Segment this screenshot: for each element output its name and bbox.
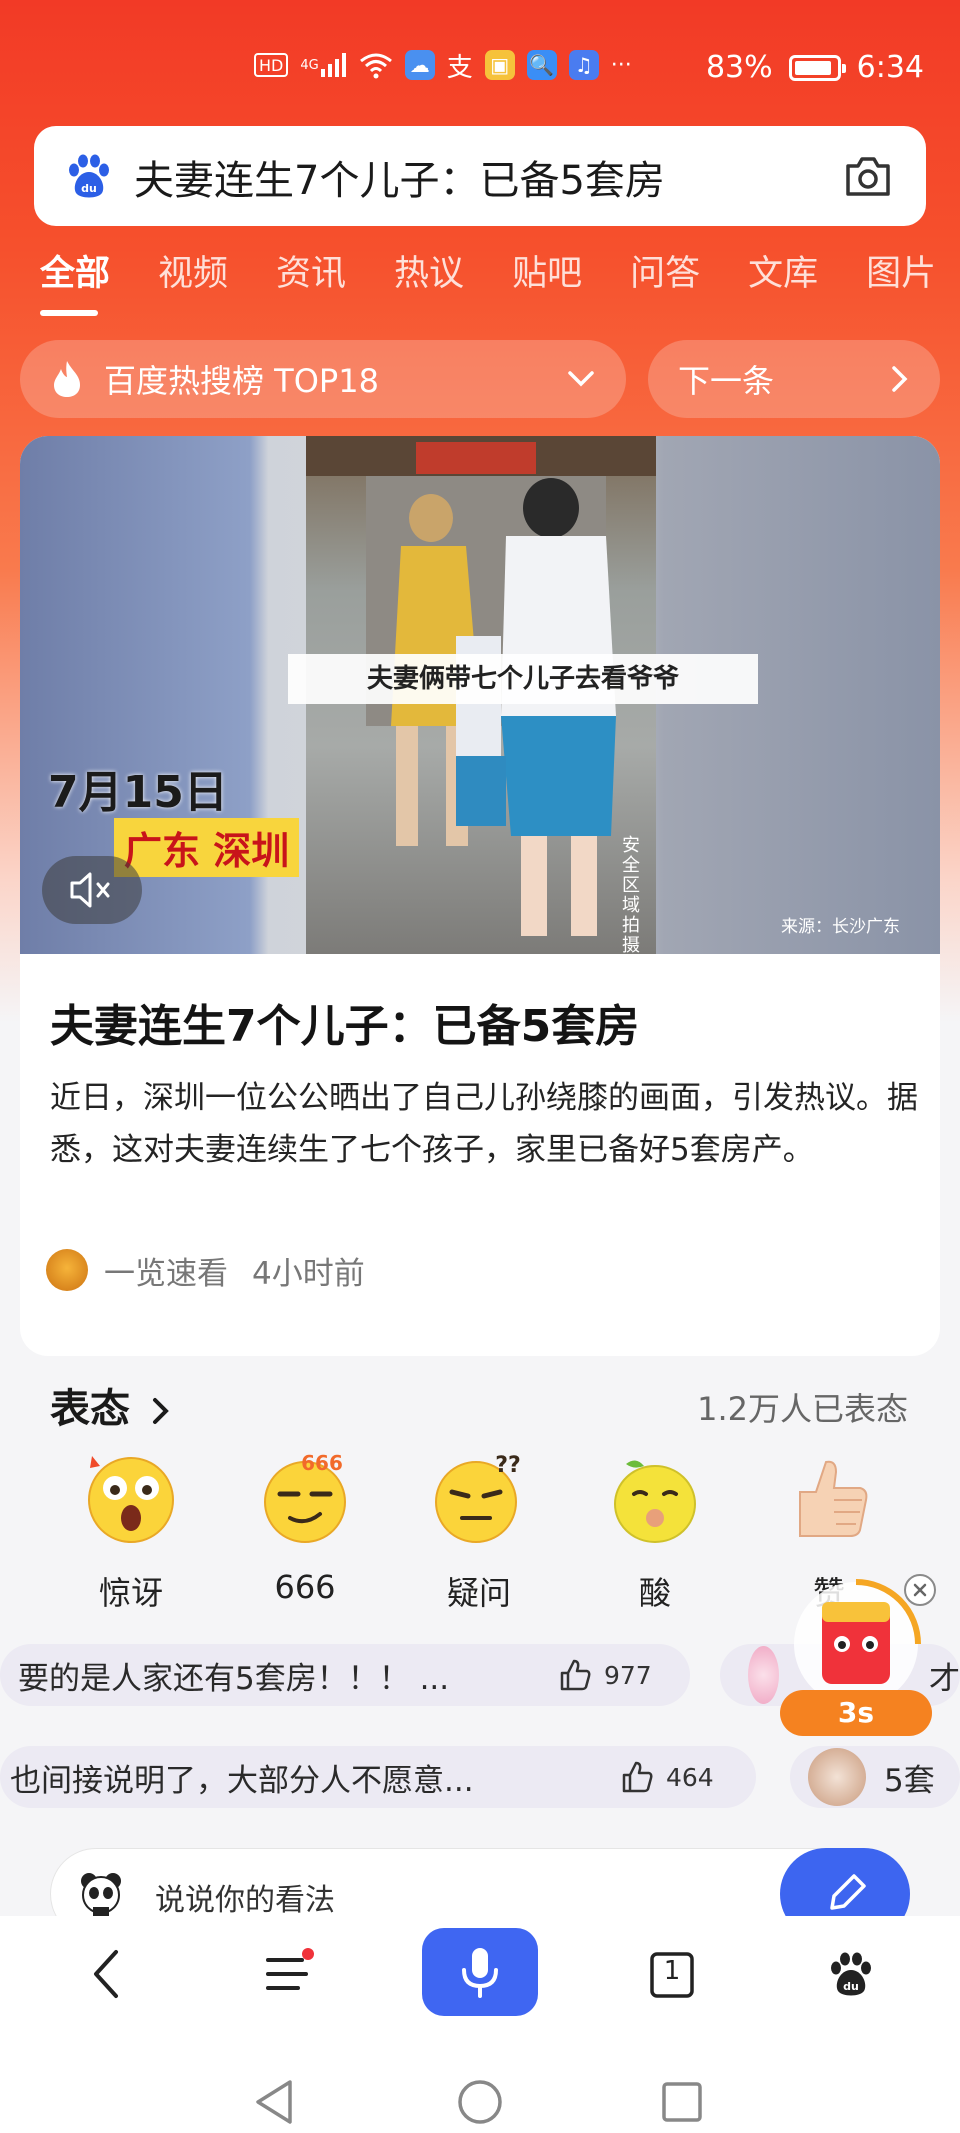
active-tab-indicator xyxy=(40,310,98,316)
baidu-home-icon[interactable]: du xyxy=(826,1950,876,2000)
chevron-right-icon xyxy=(152,1398,169,1424)
reward-timer: 3s xyxy=(837,1696,875,1729)
clock: 6:34 xyxy=(856,50,924,85)
comment-text: 也间接说明了，大部分人不愿意... xyxy=(10,1762,474,1799)
svg-text:du: du xyxy=(81,182,97,195)
comment-like-button[interactable]: 977 xyxy=(558,1658,652,1692)
article-description: 近日，深圳一位公公晒出了自己儿孙绕膝的画面，引发热议。据悉，这对夫妻连续生了七个… xyxy=(50,1080,918,1168)
publish-time: 4小时前 xyxy=(252,1255,365,1292)
tab-tieba[interactable]: 贴吧 xyxy=(512,245,582,296)
reaction-label: 666 xyxy=(274,1568,336,1606)
thumbs-up-icon xyxy=(799,1460,868,1537)
close-icon xyxy=(913,1583,927,1597)
system-recents-icon[interactable] xyxy=(660,2080,704,2124)
search-query[interactable]: 夫妻连生7个儿子：已备5套房 xyxy=(134,148,665,206)
chevron-down-icon xyxy=(568,371,594,387)
chevron-right-icon xyxy=(892,366,908,392)
video-date: 7月15日 xyxy=(48,767,228,818)
reaction-sour[interactable]: 酸 xyxy=(590,1448,720,1614)
voice-search-button[interactable] xyxy=(422,1928,538,2016)
battery-percent: 83% xyxy=(705,50,773,85)
notes-app-icon: ▣ xyxy=(484,50,515,80)
thumbs-up-outline-icon xyxy=(622,1761,653,1793)
confused-face-icon: ?? xyxy=(435,1453,521,1543)
video-player[interactable]: 夫妻俩带七个儿子去看爷爷 7月15日 广东 深圳 安全区域拍摄 来源：长沙广东 xyxy=(20,436,940,954)
svg-text:666: 666 xyxy=(301,1451,343,1475)
status-bar: HD 4G ☁ 支 ▣ 🔍 ♫ ··· 83% 6:34 xyxy=(0,40,960,104)
camera-icon[interactable] xyxy=(844,154,892,198)
comment-like-count: 977 xyxy=(604,1660,652,1690)
video-source: 来源：长沙广东 xyxy=(781,917,900,937)
baidu-paw-icon: du xyxy=(69,154,109,198)
comment-text: 要的是人家还有5套房！！！ ... xyxy=(18,1660,450,1697)
system-home-icon[interactable] xyxy=(456,2078,504,2126)
close-widget-button[interactable] xyxy=(904,1574,936,1606)
smug-face-icon: 666 xyxy=(264,1451,346,1543)
tab-count: 1 xyxy=(663,1956,681,1986)
svg-text:du: du xyxy=(843,1980,859,1993)
hot-search-rank-pill[interactable]: 百度热搜榜 TOP18 xyxy=(20,340,626,418)
article-title[interactable]: 夫妻连生7个儿子：已备5套房 xyxy=(50,990,639,1054)
menu-icon[interactable] xyxy=(262,1946,318,2002)
reaction-surprised[interactable]: 惊讶 xyxy=(66,1448,196,1614)
thumbs-up-outline-icon xyxy=(560,1659,591,1691)
comment-input-placeholder[interactable]: 说说你的看法 xyxy=(155,1875,335,1919)
lemon-face-icon xyxy=(614,1460,696,1543)
commenter-avatar xyxy=(748,1646,779,1704)
search-box[interactable]: du 夫妻连生7个儿子：已备5套房 xyxy=(34,126,926,226)
reactions-header[interactable]: 表态 xyxy=(50,1376,172,1434)
tab-library[interactable]: 文库 xyxy=(748,245,818,296)
weather-app-icon: ☁ xyxy=(404,50,435,80)
video-side-text: 安全区域拍摄 xyxy=(622,835,640,955)
reaction-label: 酸 xyxy=(638,1574,671,1612)
article-source-row: 一览速看 4小时前 xyxy=(46,1246,365,1294)
more-notifications-icon: ··· xyxy=(610,52,632,78)
reaction-label: 疑问 xyxy=(446,1574,511,1612)
comment-like-count: 464 xyxy=(666,1762,714,1792)
tab-images[interactable]: 图片 xyxy=(866,245,936,296)
news-card[interactable]: 夫妻俩带七个儿子去看爷爷 7月15日 广东 深圳 安全区域拍摄 来源：长沙广东 … xyxy=(20,436,940,1356)
flame-icon xyxy=(54,361,80,397)
next-item-pill[interactable]: 下一条 xyxy=(648,340,940,418)
comment-item-side[interactable]: 5套 xyxy=(790,1746,960,1808)
battery-icon xyxy=(788,54,846,81)
mute-button[interactable] xyxy=(42,856,142,924)
video-caption: 夫妻俩带七个儿子去看爷爷 xyxy=(288,654,758,704)
comment-item[interactable]: 也间接说明了，大部分人不愿意... 464 xyxy=(0,1746,756,1808)
commenter-avatar xyxy=(808,1748,866,1806)
reactions-title: 表态 xyxy=(50,1386,130,1432)
microphone-icon xyxy=(462,1948,498,1998)
music-app-icon: ♫ xyxy=(568,50,599,80)
wifi-icon xyxy=(359,50,393,80)
hd-indicator: HD xyxy=(254,53,289,77)
tab-news[interactable]: 资讯 xyxy=(276,245,346,296)
panda-avatar-icon xyxy=(81,1873,121,1917)
comment-text-side: 5套 xyxy=(884,1762,935,1799)
reactions-count: 1.2万人已表态 xyxy=(697,1390,908,1428)
hot-search-label: 百度热搜榜 TOP18 xyxy=(104,362,379,400)
search-tabs: 全部 视频 资讯 热议 贴吧 问答 文库 图片 xyxy=(40,245,960,325)
tab-qa[interactable]: 问答 xyxy=(630,245,700,296)
back-arrow-icon[interactable] xyxy=(86,1946,126,2002)
next-item-label: 下一条 xyxy=(678,362,775,400)
signal-icon: 4G xyxy=(300,50,346,80)
alipay-icon: 支 xyxy=(446,52,473,83)
reaction-label: 惊讶 xyxy=(98,1574,163,1612)
surprised-face-icon xyxy=(88,1456,174,1543)
tab-all[interactable]: 全部 xyxy=(40,245,110,296)
tab-discussion[interactable]: 热议 xyxy=(394,245,464,296)
svg-text:??: ?? xyxy=(495,1453,521,1478)
tab-video[interactable]: 视频 xyxy=(158,245,228,296)
comment-like-button[interactable]: 464 xyxy=(620,1760,714,1794)
source-avatar xyxy=(46,1249,88,1291)
comment-item[interactable]: 要的是人家还有5套房！！！ ... 977 xyxy=(0,1644,690,1706)
reaction-question[interactable]: ?? 疑问 xyxy=(414,1448,544,1614)
reaction-666[interactable]: 666 666 xyxy=(240,1448,370,1606)
system-back-icon[interactable] xyxy=(252,2078,296,2126)
source-name[interactable]: 一览速看 xyxy=(104,1248,228,1293)
search-app-icon: 🔍 xyxy=(526,50,557,80)
speaker-muted-icon xyxy=(70,872,110,908)
